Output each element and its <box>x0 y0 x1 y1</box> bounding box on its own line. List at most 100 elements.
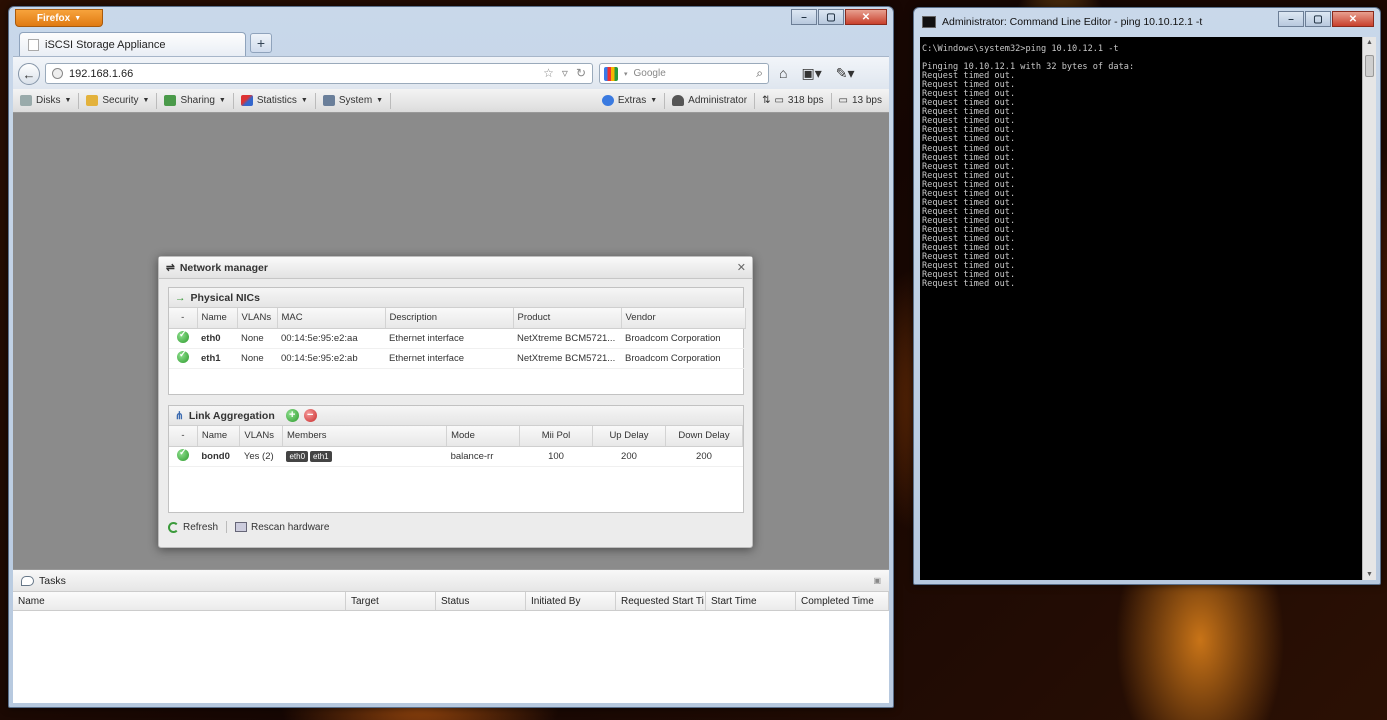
minimize-button[interactable]: – <box>1278 11 1304 27</box>
column-header[interactable]: Target <box>346 592 436 610</box>
chart-icon <box>240 95 253 106</box>
remove-bond-button[interactable]: − <box>303 409 317 422</box>
scroll-up-icon[interactable]: ▲ <box>1366 39 1373 46</box>
user-label: Administrator <box>688 95 748 106</box>
nic-vlans: None <box>237 328 277 349</box>
maximize-button[interactable]: ▢ <box>818 9 844 25</box>
bond-mode: balance-rr <box>446 446 520 467</box>
chevron-down-icon: ▼ <box>74 14 82 22</box>
column-header[interactable]: Product <box>513 308 622 329</box>
address-bar[interactable]: 192.168.1.66 ☆ ▿ ↻ <box>45 63 593 84</box>
column-header[interactable]: - <box>169 426 198 447</box>
google-icon <box>604 66 618 81</box>
dialog-title: Network manager <box>179 261 268 274</box>
search-bar[interactable]: ▾ Google ⌕ <box>599 63 769 84</box>
table-row[interactable]: bond0 Yes (2) eth0eth1 balance-rr 100 20… <box>169 446 743 467</box>
table-row[interactable]: eth0 None 00:14:5e:95:e2:aa Ethernet int… <box>169 328 745 349</box>
lock-icon <box>86 95 99 106</box>
dropdown-icon[interactable]: ▿ <box>562 66 568 80</box>
url-text: 192.168.1.66 <box>69 67 134 80</box>
column-header[interactable]: Up Delay <box>592 426 666 447</box>
app-workspace: ⇌ Network manager ✕ → Physical NICs - Na… <box>13 113 889 569</box>
user-icon <box>672 95 685 106</box>
system-menu[interactable]: System ▼ <box>316 92 392 109</box>
column-header[interactable]: Description <box>385 308 514 329</box>
column-header[interactable]: Vendor <box>621 308 746 329</box>
nic-vendor: Broadcom Corporation <box>621 328 745 349</box>
column-header[interactable]: Down Delay <box>665 426 744 447</box>
terminal-icon <box>922 16 936 28</box>
speech-bubble-icon <box>21 575 34 586</box>
cmd-title: Administrator: Command Line Editor - pin… <box>942 16 1203 28</box>
refresh-button[interactable]: Refresh <box>168 521 218 533</box>
command-prompt-window: Administrator: Command Line Editor - pin… <box>913 7 1381 585</box>
close-button[interactable]: ✕ <box>845 9 887 25</box>
nic-mac: 00:14:5e:95:e2:aa <box>277 328 385 349</box>
bond-icon: ⋔ <box>175 409 184 422</box>
system-label: System <box>338 95 373 106</box>
table-row[interactable]: eth1 None 00:14:5e:95:e2:ab Ethernet int… <box>169 348 745 369</box>
column-header[interactable]: Initiated By <box>526 592 616 610</box>
nic-name: eth0 <box>197 328 237 349</box>
user-menu[interactable]: Administrator <box>665 92 756 109</box>
column-header[interactable]: Requested Start Ti <box>616 592 706 610</box>
addon-icon[interactable]: ✎▾ <box>836 65 855 82</box>
column-header[interactable]: Mii Pol <box>519 426 593 447</box>
link-aggregation-title: Link Aggregation <box>188 409 275 422</box>
console-output[interactable]: C:\Windows\system32>ping 10.10.12.1 -t P… <box>920 37 1362 580</box>
column-header[interactable]: Name <box>13 592 346 610</box>
dialog-title-bar[interactable]: ⇌ Network manager <box>159 257 752 279</box>
nic-icon: → <box>175 291 186 304</box>
scroll-down-icon[interactable]: ▼ <box>1366 571 1373 578</box>
column-header[interactable]: - <box>169 308 198 329</box>
nic-vlans: None <box>237 348 277 369</box>
back-button[interactable]: ← <box>18 63 40 85</box>
maximize-button[interactable]: ▢ <box>1305 11 1331 27</box>
extras-menu[interactable]: Extras ▼ <box>595 92 666 109</box>
statistics-menu[interactable]: Statistics ▼ <box>234 92 316 109</box>
close-button[interactable]: ✕ <box>1332 11 1374 27</box>
bookmark-star-icon[interactable]: ☆ <box>543 66 554 80</box>
minimize-button[interactable]: – <box>791 9 817 25</box>
collapse-icon[interactable]: ▣ <box>873 576 881 585</box>
chevron-down-icon: ▼ <box>64 97 72 104</box>
sidebar-icon[interactable]: ▣▾ <box>801 65 821 82</box>
search-icon[interactable]: ⌕ <box>756 66 763 81</box>
browser-tab[interactable]: iSCSI Storage Appliance <box>19 32 246 56</box>
column-header[interactable]: Mode <box>446 426 521 447</box>
sharing-label: Sharing <box>180 95 215 106</box>
vertical-scrollbar[interactable]: ▲ ▼ <box>1362 37 1376 580</box>
column-header[interactable]: Members <box>282 426 448 447</box>
new-tab-button[interactable]: + <box>250 33 272 53</box>
column-header[interactable]: Start Time <box>706 592 796 610</box>
column-header[interactable]: Completed Time <box>796 592 889 610</box>
link-aggregation-panel: ⋔ Link Aggregation + − - Name VLANs Memb… <box>168 405 744 513</box>
console-line: Request timed out. <box>922 279 1016 290</box>
firefox-menu-button[interactable]: Firefox ▼ <box>15 9 103 27</box>
close-icon[interactable]: ✕ <box>737 261 746 274</box>
nic-product: NetXtreme BCM5721... <box>513 328 621 349</box>
column-header[interactable]: Name <box>197 308 238 329</box>
sharing-menu[interactable]: Sharing ▼ <box>157 92 234 109</box>
reload-icon[interactable]: ↻ <box>576 66 586 80</box>
column-header[interactable]: VLANs <box>239 426 283 447</box>
refresh-icon <box>168 521 179 533</box>
chevron-down-icon: ▼ <box>650 97 658 104</box>
firefox-window-controls: – ▢ ✕ <box>791 9 887 25</box>
column-header[interactable]: VLANs <box>237 308 278 329</box>
rescan-hardware-button[interactable]: Rescan hardware <box>235 522 329 533</box>
bond-mii-pol: 100 <box>519 446 593 467</box>
column-header[interactable]: Status <box>436 592 526 610</box>
column-header[interactable]: MAC <box>277 308 386 329</box>
physical-nics-title: Physical NICs <box>190 291 260 304</box>
add-bond-button[interactable]: + <box>285 409 299 422</box>
bond-down-delay: 200 <box>665 446 743 467</box>
column-header[interactable]: Name <box>197 426 241 447</box>
home-icon[interactable]: ⌂ <box>779 65 787 82</box>
status-ok-icon <box>177 349 189 363</box>
disks-menu[interactable]: Disks ▼ <box>13 92 80 109</box>
security-menu[interactable]: Security ▼ <box>79 92 158 109</box>
physical-nics-header: → Physical NICs <box>169 288 743 308</box>
status-cell <box>169 328 197 349</box>
scrollbar-thumb[interactable] <box>1365 55 1374 77</box>
